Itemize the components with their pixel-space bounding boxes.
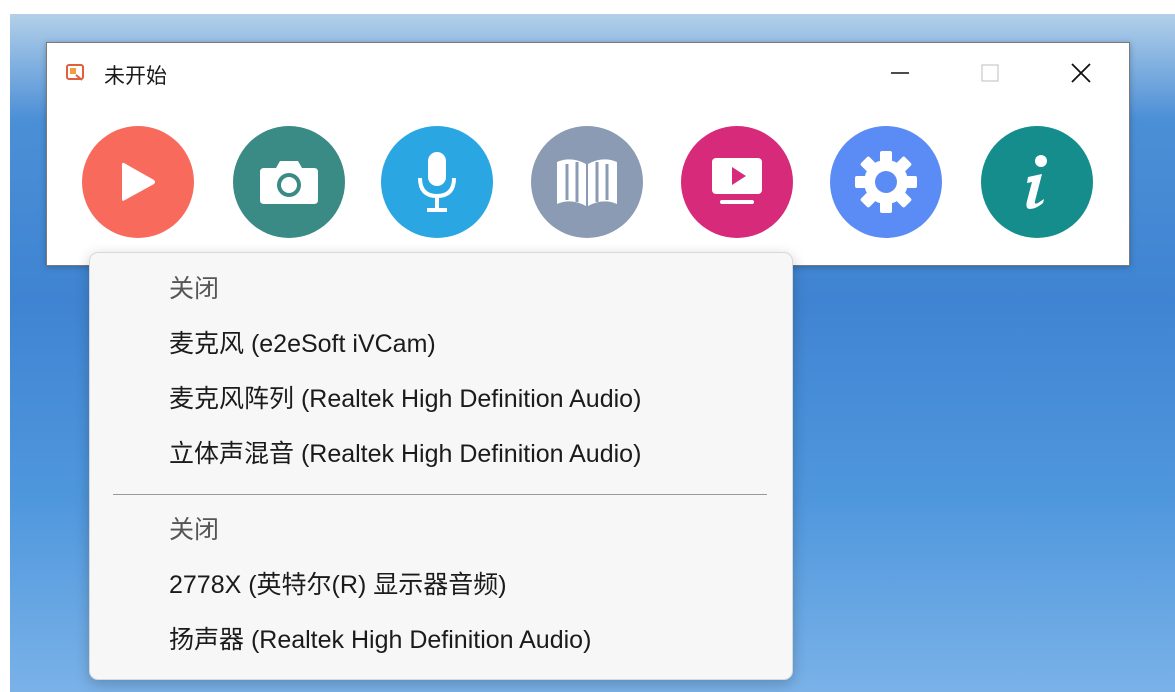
microphone-icon bbox=[418, 152, 456, 212]
menu-item-mic-ivcam[interactable]: 麦克风 (e2eSoft iVCam) bbox=[169, 326, 436, 362]
menu-item-speakers[interactable]: 扬声器 (Realtek High Definition Audio) bbox=[169, 622, 591, 658]
maximize-button[interactable] bbox=[967, 55, 1013, 91]
window-title: 未开始 bbox=[104, 64, 167, 88]
menu-item-display-audio[interactable]: 2778X (英特尔(R) 显示器音频) bbox=[169, 567, 507, 603]
app-window: 未开始 bbox=[46, 42, 1130, 266]
play-icon bbox=[122, 162, 155, 201]
gear-icon bbox=[855, 151, 917, 213]
screen-play-icon bbox=[712, 158, 762, 204]
close-icon bbox=[1071, 63, 1091, 83]
screen-record-button[interactable] bbox=[681, 126, 793, 238]
info-icon bbox=[1026, 155, 1047, 209]
minimize-button[interactable] bbox=[877, 55, 923, 91]
toolbar bbox=[47, 123, 1129, 243]
minimize-icon bbox=[891, 72, 909, 74]
audio-device-menu: 关闭 麦克风 (e2eSoft iVCam) 麦克风阵列 (Realtek Hi… bbox=[89, 252, 793, 680]
menu-item-speaker-off[interactable]: 关闭 bbox=[169, 512, 219, 548]
start-button[interactable] bbox=[82, 126, 194, 238]
microphone-button[interactable] bbox=[381, 126, 493, 238]
close-button[interactable] bbox=[1058, 55, 1104, 91]
desktop-frame-top bbox=[0, 0, 1175, 14]
app-logo-icon bbox=[66, 64, 86, 82]
menu-item-mic-array[interactable]: 麦克风阵列 (Realtek High Definition Audio) bbox=[169, 381, 641, 417]
menu-item-stereo-mix[interactable]: 立体声混音 (Realtek High Definition Audio) bbox=[169, 436, 641, 472]
maximize-icon bbox=[981, 64, 999, 82]
camera-icon bbox=[260, 161, 318, 204]
book-icon bbox=[557, 159, 617, 206]
menu-item-mic-off[interactable]: 关闭 bbox=[169, 271, 219, 307]
menu-separator bbox=[113, 494, 767, 495]
desktop-frame-left bbox=[0, 0, 10, 692]
title-bar: 未开始 bbox=[47, 43, 1129, 101]
screenshot-button[interactable] bbox=[233, 126, 345, 238]
about-button[interactable] bbox=[981, 126, 1093, 238]
library-button[interactable] bbox=[531, 126, 643, 238]
settings-button[interactable] bbox=[830, 126, 942, 238]
